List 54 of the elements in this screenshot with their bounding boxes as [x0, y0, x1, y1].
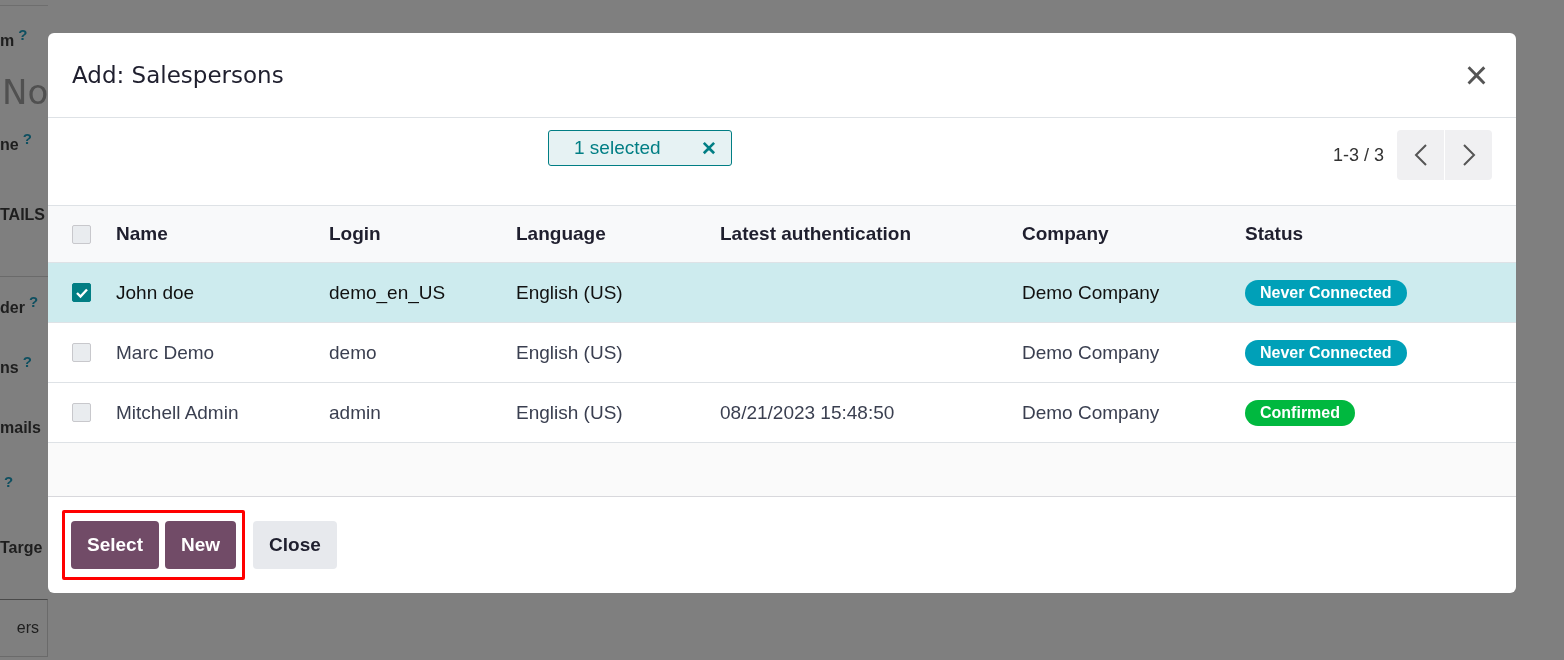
table-cell: demo [329, 341, 377, 363]
close-button[interactable]: × [1460, 55, 1492, 95]
status-badge: Never Connected [1245, 339, 1407, 366]
chevron-left-icon [1413, 143, 1428, 167]
pager-range: 1-3 / 3 [1332, 144, 1384, 166]
column-header[interactable]: Login [329, 223, 516, 245]
row-checkbox[interactable] [72, 403, 91, 422]
column-header[interactable]: Company [1022, 223, 1245, 245]
row-checkbox[interactable] [72, 283, 91, 302]
help-mark: ? [22, 353, 32, 370]
selection-count: 1 selected [574, 137, 661, 159]
table-cell: Mitchell Admin [116, 401, 239, 423]
help-mark: ? [28, 293, 39, 310]
field-label: ns [0, 359, 19, 377]
previous-page-button[interactable] [1397, 130, 1444, 180]
secondary-button[interactable]: Close [253, 521, 337, 569]
primary-button[interactable]: New [165, 521, 237, 569]
select-all-checkbox[interactable] [72, 224, 91, 244]
table-row[interactable]: John doe demo_en_US English (US) Demo Company Never Connected [48, 263, 1516, 323]
table-cell: Marc Demo [116, 341, 215, 363]
table-row[interactable]: Marc Demo demo English (US) Demo Company Never Connected [48, 323, 1516, 383]
field-label: mails [0, 419, 41, 437]
chevron-right-icon [1461, 143, 1476, 167]
column-header[interactable]: Status [1245, 223, 1516, 245]
status-badge: Never Connected [1245, 279, 1407, 306]
column-header[interactable]: Language [516, 223, 720, 245]
column-header[interactable]: Name [116, 223, 329, 245]
table-cell: 08/21/2023 15:48:50 [720, 401, 895, 423]
help-mark: ? [4, 473, 14, 490]
table-cell: demo_en_US [329, 281, 446, 303]
table-cell: admin [329, 401, 381, 423]
table-row[interactable]: Mitchell Admin admin English (US) 08/21/2023 15:48:50 Demo Company Confirmed [48, 383, 1516, 443]
table-cell: English (US) [516, 341, 623, 363]
field-label: TAILS [0, 206, 46, 224]
help-mark: ? [18, 26, 28, 43]
table-cell: Demo Company [1022, 401, 1160, 423]
status-badge: Confirmed [1245, 399, 1355, 426]
clear-selection-button[interactable]: ✕ [701, 136, 717, 160]
table-cell: Demo Company [1022, 341, 1160, 363]
table-cell: John doe [116, 281, 195, 303]
column-header[interactable]: Latest authentication [720, 223, 1022, 245]
primary-button[interactable]: Select [71, 521, 159, 569]
field-label: Targe [0, 539, 43, 557]
field-label: m [0, 32, 15, 50]
table-cell: English (US) [516, 281, 623, 303]
field-label: ne [0, 136, 19, 154]
table-cell: English (US) [516, 401, 623, 423]
field-label: der [0, 299, 25, 317]
next-page-button[interactable] [1445, 130, 1492, 180]
row-checkbox[interactable] [72, 343, 91, 362]
help-mark: ? [22, 130, 32, 147]
dialog-title: Add: Salespersons [72, 62, 284, 88]
table-cell: Demo Company [1022, 281, 1160, 303]
field-label: ers [16, 619, 39, 637]
